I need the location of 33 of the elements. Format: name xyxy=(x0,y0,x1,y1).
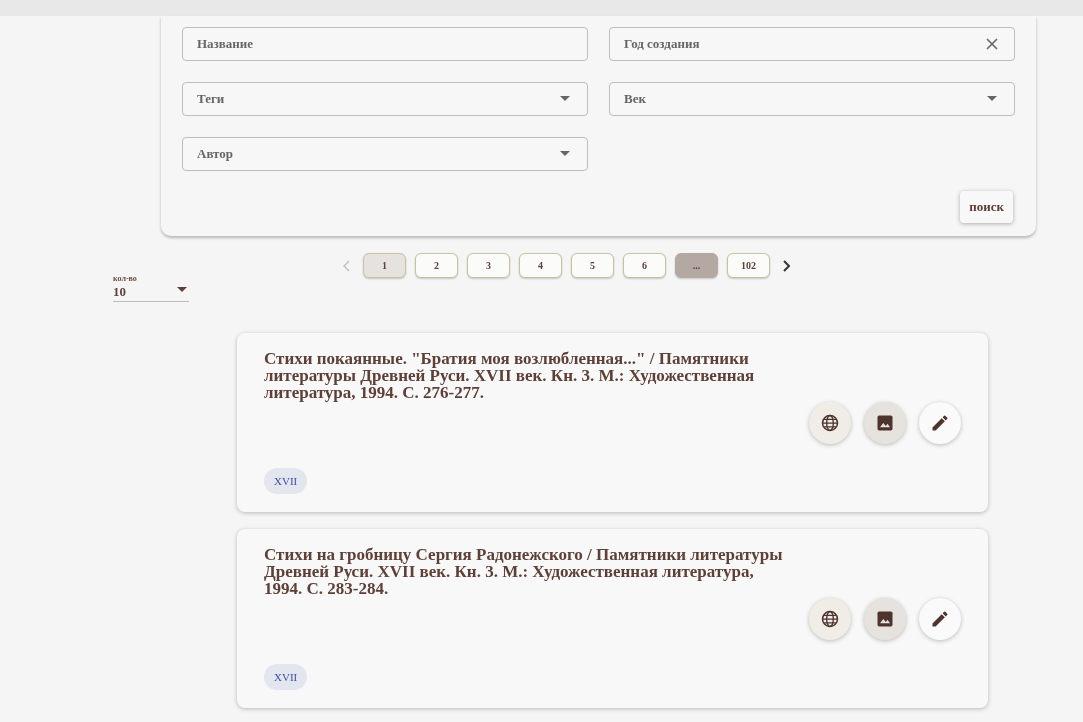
input-field[interactable]: Год создания xyxy=(609,27,1015,61)
result-title: Стихи на гробницу Сергия Радонежского / Памятники литературы Древней Руси. XVII век. Кн. 3. М.: Художественная литература, 1994. С. 283-284. xyxy=(264,546,784,597)
page-button[interactable]: 6 xyxy=(623,253,666,278)
pencil-button[interactable] xyxy=(919,402,961,444)
globe-icon xyxy=(820,413,840,433)
page-size-select[interactable]: 10 xyxy=(113,283,189,302)
select-field[interactable]: Век xyxy=(609,82,1015,116)
result-title: Стихи покаянные. "Братия моя возлюбленная..." / Памятники литературы Древней Руси. XVII век. Кн. 3. М.: Художественная литература, 1994. С. 276-277. xyxy=(264,350,756,401)
image-button[interactable] xyxy=(864,402,906,444)
page-button[interactable]: 5 xyxy=(571,253,614,278)
select-field[interactable]: Теги xyxy=(182,82,588,116)
page-button[interactable]: 102 xyxy=(727,253,770,278)
more-pages-button[interactable]: ... xyxy=(675,253,718,278)
image-icon xyxy=(875,413,895,433)
page-button[interactable]: 4 xyxy=(519,253,562,278)
page-button[interactable]: 2 xyxy=(415,253,458,278)
image-icon xyxy=(875,609,895,629)
century-tag: XVII xyxy=(264,664,308,690)
clear-icon[interactable] xyxy=(985,37,999,51)
globe-button[interactable] xyxy=(809,598,851,640)
pencil-icon xyxy=(930,413,950,433)
globe-button[interactable] xyxy=(809,402,851,444)
century-tag: XVII xyxy=(264,468,308,494)
search-button[interactable]: поиск xyxy=(960,191,1013,223)
select-field[interactable]: Автор xyxy=(182,137,588,171)
page-size-label: кол-во xyxy=(113,274,138,283)
pencil-icon xyxy=(930,609,950,629)
pencil-button[interactable] xyxy=(919,598,961,640)
page-button[interactable]: 3 xyxy=(467,253,510,278)
image-button[interactable] xyxy=(864,598,906,640)
page-button[interactable]: 1 xyxy=(363,253,406,278)
input-field[interactable]: Название xyxy=(182,27,588,61)
globe-icon xyxy=(820,609,840,629)
